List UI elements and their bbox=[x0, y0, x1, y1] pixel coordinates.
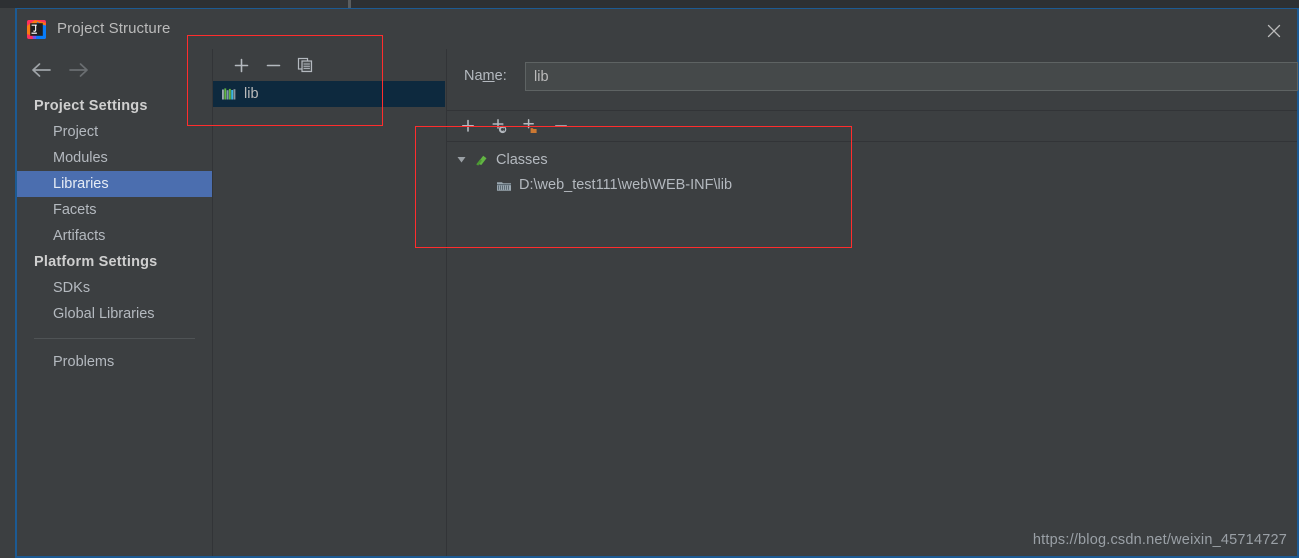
page-title: Project Structure bbox=[57, 20, 171, 37]
add-library-button[interactable] bbox=[230, 54, 252, 76]
tree-node-classes[interactable]: Classes bbox=[447, 147, 1297, 172]
sidebar-item-modules[interactable]: Modules bbox=[17, 145, 212, 171]
list-item-label: lib bbox=[244, 86, 259, 102]
project-structure-dialog: Project Structure Project Settings Proje bbox=[15, 8, 1299, 558]
intellij-idea-icon bbox=[27, 20, 46, 39]
sidebar-item-artifacts[interactable]: Artifacts bbox=[17, 223, 212, 249]
sidebar-items: Project Settings Project Modules Librari… bbox=[17, 93, 212, 556]
library-roots-toolbar bbox=[447, 111, 1297, 141]
close-icon[interactable] bbox=[1257, 17, 1291, 45]
name-label-mnemonic: m bbox=[482, 68, 495, 84]
list-item-lib[interactable]: lib bbox=[213, 81, 445, 107]
background-window-strip-2 bbox=[280, 0, 348, 8]
libraries-toolbar bbox=[213, 49, 445, 81]
add-root-button[interactable] bbox=[457, 115, 479, 137]
add-source-root-button[interactable] bbox=[488, 115, 510, 137]
library-roots-tree: Classes D:\web_test111\web\WEB-INF\lib bbox=[447, 142, 1297, 556]
name-field-label: Name: bbox=[464, 68, 507, 84]
arrow-right-icon[interactable] bbox=[68, 62, 89, 83]
arrow-left-icon[interactable] bbox=[31, 62, 52, 83]
jar-directory-icon bbox=[496, 177, 512, 193]
library-name-row: Name: bbox=[447, 49, 1298, 110]
sidebar-item-libraries[interactable]: Libraries bbox=[17, 171, 212, 197]
sidebar-item-sdks[interactable]: SDKs bbox=[17, 275, 212, 301]
libraries-list-panel: lib bbox=[212, 49, 445, 556]
add-jar-dir-button[interactable] bbox=[519, 115, 541, 137]
sidebar-item-project[interactable]: Project bbox=[17, 119, 212, 145]
remove-library-button[interactable] bbox=[262, 54, 284, 76]
name-label-suffix: e: bbox=[494, 68, 507, 84]
watermark-text: https://blog.csdn.net/weixin_45714727 bbox=[1032, 532, 1287, 548]
sidebar-group-platform-settings: Platform Settings bbox=[34, 254, 158, 270]
library-detail-panel: Name: lib Classes D:\web_test111\web\WEB… bbox=[446, 49, 1298, 556]
classes-root-icon bbox=[474, 152, 490, 168]
remove-root-button[interactable] bbox=[550, 115, 572, 137]
settings-sidebar: Project Settings Project Modules Librari… bbox=[17, 49, 212, 556]
tree-node-label: D:\web_test111\web\WEB-INF\lib bbox=[519, 176, 733, 193]
background-window-strip-3 bbox=[351, 0, 1299, 8]
sidebar-item-facets[interactable]: Facets bbox=[17, 197, 212, 223]
navigation-arrows bbox=[31, 59, 89, 85]
tree-node-label: Classes bbox=[496, 151, 548, 168]
sidebar-item-problems[interactable]: Problems bbox=[17, 349, 212, 375]
background-window-strip-1 bbox=[0, 0, 280, 8]
tree-node-lib-path[interactable]: D:\web_test111\web\WEB-INF\lib bbox=[447, 172, 1297, 197]
name-input[interactable] bbox=[525, 62, 1298, 91]
dialog-titlebar: Project Structure bbox=[17, 9, 1297, 49]
libraries-list: lib bbox=[213, 81, 445, 556]
sidebar-group-project-settings: Project Settings bbox=[34, 98, 148, 114]
triangle-down-icon[interactable] bbox=[455, 153, 468, 166]
sidebar-item-global-libraries[interactable]: Global Libraries bbox=[17, 301, 212, 327]
copy-library-button[interactable] bbox=[294, 54, 316, 76]
name-label-prefix: Na bbox=[464, 68, 483, 84]
sidebar-divider bbox=[34, 338, 195, 339]
library-icon bbox=[221, 86, 237, 102]
